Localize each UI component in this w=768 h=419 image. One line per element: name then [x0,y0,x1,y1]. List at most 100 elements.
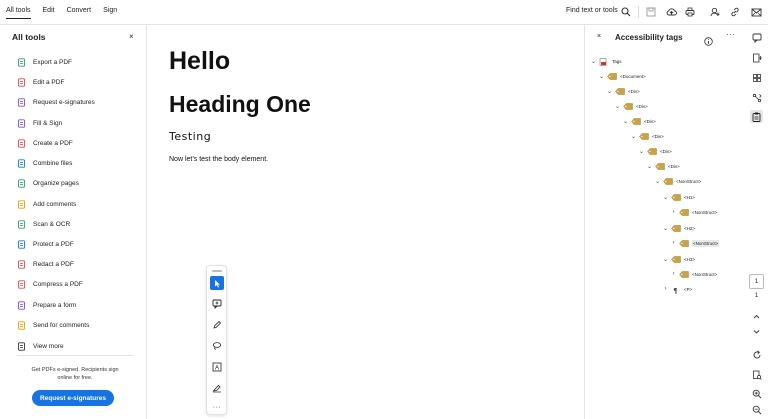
tag-node[interactable]: › ¶ <P> [662,283,693,295]
tool-label: Scan & OCR [33,220,71,228]
tag-node[interactable]: ⌄ <Div> [646,160,680,172]
menu-edit[interactable]: Edit [43,7,55,19]
search-icon[interactable] [620,6,632,18]
tool-combine-files[interactable]: Combine files [17,156,72,170]
insert-page-icon[interactable] [750,51,763,64]
accessibility-tags-icon[interactable] [750,110,763,123]
close-icon[interactable]: × [597,33,601,40]
upload-cloud-icon[interactable] [665,6,677,18]
chevron-down-icon[interactable]: ⌄ [662,256,669,263]
drag-handle[interactable] [212,270,222,272]
zoom-in-icon[interactable] [750,387,763,400]
share-user-icon[interactable] [709,6,721,18]
tool-label: Compress a PDF [33,280,83,288]
chevron-up-icon[interactable] [750,310,763,323]
tag-label: <P> [684,286,693,292]
chevron-down-icon[interactable]: ⌄ [638,148,645,155]
info-icon[interactable] [704,33,713,51]
tool-organize-pages[interactable]: Organize pages [17,176,79,190]
lasso-icon[interactable] [210,339,224,353]
chevron-down-icon[interactable]: ⌄ [606,88,613,95]
send-comments-icon [17,320,26,330]
zoom-out-icon[interactable] [750,403,763,416]
svg-text:A: A [215,365,219,371]
tool-create-pdf[interactable]: Create a PDF [17,136,73,150]
chevron-right-icon[interactable]: › [670,240,677,246]
chevron-down-icon[interactable]: ⌄ [654,178,661,185]
chevron-down-icon[interactable] [750,325,763,338]
tool-request-esign[interactable]: Request e-signatures [17,95,95,109]
menu-all-tools[interactable]: All tools [6,7,31,19]
tool-add-comments[interactable]: Add comments [17,197,76,211]
tag-icon [679,208,689,216]
stamp-signature-icon[interactable] [210,381,224,395]
chevron-down-icon[interactable]: ⌄ [646,163,653,170]
chevron-right-icon[interactable]: › [670,209,677,215]
tag-node[interactable]: ⌄ <Div> [614,100,648,112]
prepare-form-icon [17,300,26,310]
tool-export-pdf[interactable]: Export a PDF [17,55,72,69]
tag-node[interactable]: › <NonStruct> [670,268,717,280]
menu-sign[interactable]: Sign [103,7,117,19]
page-count: 1 [754,293,759,299]
link-icon[interactable] [729,6,741,18]
chevron-right-icon[interactable]: › [662,286,669,292]
chevron-down-icon[interactable]: ⌄ [590,58,597,65]
text-box-icon[interactable]: A [210,360,224,374]
comment-icon[interactable] [750,31,763,44]
page-thumbnails-icon[interactable] [750,71,763,84]
tag-node[interactable]: ⌄ <Div> [630,130,664,142]
menu-convert[interactable]: Convert [67,7,92,19]
tag-icon [679,239,689,247]
tag-label: <H1> [684,194,696,200]
tool-scan-ocr[interactable]: Scan & OCR [17,217,70,231]
tool-send-comments[interactable]: Send for comments [17,318,89,332]
tag-label: <NonStruct> [676,178,702,184]
print-icon[interactable] [684,6,696,18]
chevron-down-icon[interactable]: ⌄ [630,133,637,140]
page-zoom-icon[interactable] [750,368,763,381]
tag-node[interactable]: ⌄ <H2> [662,222,695,234]
tag-icon [623,102,633,110]
add-comment-icon[interactable] [210,297,224,311]
tag-icon [671,224,681,232]
tag-node[interactable]: ⌄ <NonStruct> [654,175,701,187]
tag-node[interactable]: ⌄ Tags [590,55,622,67]
chevron-right-icon[interactable]: › [670,271,677,277]
reading-order-icon[interactable] [750,91,763,104]
more-options-icon[interactable]: ··· [210,400,224,414]
find-text-or-tools[interactable]: Find text or tools [566,7,618,14]
tag-node[interactable]: ⌄ <Div> [622,115,656,127]
tag-node[interactable]: ⌄ <Div> [606,85,640,97]
tag-node[interactable]: ⌄ <H1> [662,191,695,203]
tool-label: Add comments [33,200,77,208]
request-esignatures-button[interactable]: Request e-signatures [32,390,114,406]
chevron-down-icon[interactable]: ⌄ [662,225,669,232]
draw-pen-icon[interactable] [210,318,224,332]
tag-node[interactable]: ⌄ <Document> [598,70,646,82]
tool-protect-pdf[interactable]: Protect a PDF [17,237,74,251]
mail-icon[interactable] [750,6,762,18]
tag-node[interactable]: ⌄ <H3> [662,253,695,265]
tag-icon [607,72,617,80]
chevron-down-icon[interactable]: ⌄ [622,118,629,125]
tool-prepare-form[interactable]: Prepare a form [17,298,76,312]
tool-fill-sign[interactable]: Fill & Sign [17,116,62,130]
tag-node[interactable]: › <NonStruct> [670,206,717,218]
close-icon[interactable]: × [129,32,134,41]
chevron-down-icon[interactable]: ⌄ [614,103,621,110]
tag-node[interactable]: › <NonStruct> [670,237,720,249]
protect-pdf-icon [17,239,26,249]
rotate-icon[interactable] [750,348,763,361]
tool-compress-pdf[interactable]: Compress a PDF [17,277,83,291]
tag-node[interactable]: ⌄ <Div> [638,145,672,157]
chevron-down-icon[interactable]: ⌄ [598,73,605,80]
more-options-icon[interactable]: ··· [726,30,736,39]
tool-redact-pdf[interactable]: Redact a PDF [17,257,74,271]
select-cursor-icon[interactable] [210,276,224,290]
chevron-down-icon[interactable]: ⌄ [662,194,669,201]
tool-edit-pdf[interactable]: Edit a PDF [17,75,64,89]
save-icon[interactable] [645,6,657,18]
current-page-input[interactable]: 1 [749,274,764,289]
tool-view-more[interactable]: View more [17,339,64,353]
